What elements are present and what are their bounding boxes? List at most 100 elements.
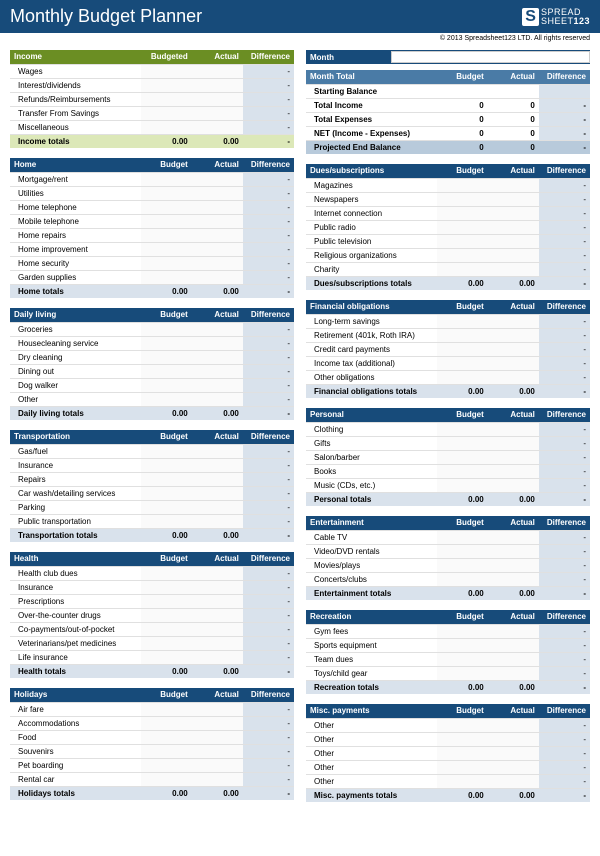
budget-cell[interactable] (141, 350, 192, 364)
actual-cell[interactable] (192, 378, 243, 392)
budget-cell[interactable] (437, 436, 488, 450)
actual-cell[interactable] (192, 580, 243, 594)
actual-cell[interactable] (488, 572, 539, 586)
budget-cell[interactable] (437, 248, 488, 262)
budget-cell[interactable] (437, 558, 488, 572)
budget-cell[interactable] (141, 500, 192, 514)
actual-cell[interactable] (192, 172, 243, 186)
actual-cell[interactable] (192, 336, 243, 350)
actual-cell[interactable] (488, 774, 539, 788)
budget-cell[interactable] (141, 256, 192, 270)
budget-cell[interactable] (437, 464, 488, 478)
actual-cell[interactable] (192, 772, 243, 786)
budget-cell[interactable] (437, 234, 488, 248)
actual-cell[interactable] (488, 356, 539, 370)
budget-cell[interactable] (141, 636, 192, 650)
actual-cell[interactable] (192, 514, 243, 528)
actual-cell[interactable] (192, 500, 243, 514)
actual-cell[interactable] (488, 192, 539, 206)
budget-cell[interactable] (437, 328, 488, 342)
actual-cell[interactable] (488, 370, 539, 384)
budget-cell[interactable] (141, 200, 192, 214)
actual-cell[interactable] (488, 746, 539, 760)
actual-cell[interactable] (488, 464, 539, 478)
budget-cell[interactable] (437, 206, 488, 220)
actual-cell[interactable] (192, 744, 243, 758)
budget-cell[interactable] (437, 450, 488, 464)
budget-cell[interactable] (141, 78, 192, 92)
budget-cell[interactable] (141, 716, 192, 730)
budget-cell[interactable] (141, 622, 192, 636)
budget-cell[interactable] (141, 472, 192, 486)
budget-cell[interactable] (437, 718, 488, 732)
actual-cell[interactable] (488, 530, 539, 544)
budget-cell[interactable] (141, 228, 192, 242)
budget-cell[interactable] (437, 774, 488, 788)
budget-cell[interactable] (141, 64, 192, 78)
budget-cell[interactable] (141, 514, 192, 528)
budget-cell[interactable] (141, 92, 192, 106)
actual-cell[interactable] (488, 206, 539, 220)
actual-cell[interactable] (488, 422, 539, 436)
budget-cell[interactable] (141, 444, 192, 458)
actual-cell[interactable] (488, 178, 539, 192)
budget-cell[interactable] (437, 732, 488, 746)
budget-cell[interactable] (141, 730, 192, 744)
budget-cell[interactable] (141, 580, 192, 594)
actual-cell[interactable] (488, 558, 539, 572)
actual-cell[interactable] (488, 450, 539, 464)
budget-cell[interactable] (141, 214, 192, 228)
budget-cell[interactable] (437, 314, 488, 328)
actual-cell[interactable] (192, 594, 243, 608)
budget-cell[interactable] (141, 486, 192, 500)
actual-cell[interactable] (192, 78, 243, 92)
budget-cell[interactable] (141, 106, 192, 120)
budget-cell[interactable] (437, 530, 488, 544)
actual-cell[interactable] (488, 638, 539, 652)
budget-cell[interactable] (141, 758, 192, 772)
actual-cell[interactable] (488, 314, 539, 328)
actual-cell[interactable] (192, 214, 243, 228)
actual-cell[interactable] (192, 608, 243, 622)
actual-cell[interactable] (192, 228, 243, 242)
budget-cell[interactable] (141, 650, 192, 664)
budget-cell[interactable] (141, 172, 192, 186)
actual-cell[interactable] (488, 666, 539, 680)
actual-cell[interactable] (192, 200, 243, 214)
actual-cell[interactable] (488, 760, 539, 774)
budget-cell[interactable] (141, 242, 192, 256)
actual-cell[interactable] (488, 652, 539, 666)
actual-cell[interactable] (488, 544, 539, 558)
budget-cell[interactable] (437, 544, 488, 558)
budget-cell[interactable] (437, 478, 488, 492)
budget-cell[interactable] (437, 342, 488, 356)
actual-cell[interactable] (488, 342, 539, 356)
actual-cell[interactable] (192, 64, 243, 78)
actual-cell[interactable] (488, 248, 539, 262)
actual-cell[interactable] (488, 718, 539, 732)
actual-cell[interactable] (488, 262, 539, 276)
budget-cell[interactable] (437, 624, 488, 638)
actual-cell[interactable] (192, 650, 243, 664)
actual-cell[interactable] (192, 364, 243, 378)
actual-cell[interactable] (192, 636, 243, 650)
budget-cell[interactable] (141, 594, 192, 608)
actual-cell[interactable] (488, 732, 539, 746)
budget-cell[interactable] (141, 744, 192, 758)
budget-cell[interactable] (141, 120, 192, 134)
actual-cell[interactable] (192, 716, 243, 730)
actual-cell[interactable] (192, 242, 243, 256)
budget-cell[interactable] (437, 760, 488, 774)
budget-cell[interactable] (437, 178, 488, 192)
actual-cell[interactable] (488, 478, 539, 492)
budget-cell[interactable] (437, 356, 488, 370)
budget-cell[interactable] (141, 270, 192, 284)
actual-cell[interactable] (488, 624, 539, 638)
budget-cell[interactable] (141, 608, 192, 622)
actual-cell[interactable] (192, 256, 243, 270)
actual-cell[interactable] (192, 444, 243, 458)
budget-cell[interactable] (141, 378, 192, 392)
budget-cell[interactable] (437, 638, 488, 652)
actual-cell[interactable] (488, 234, 539, 248)
actual-cell[interactable] (192, 120, 243, 134)
